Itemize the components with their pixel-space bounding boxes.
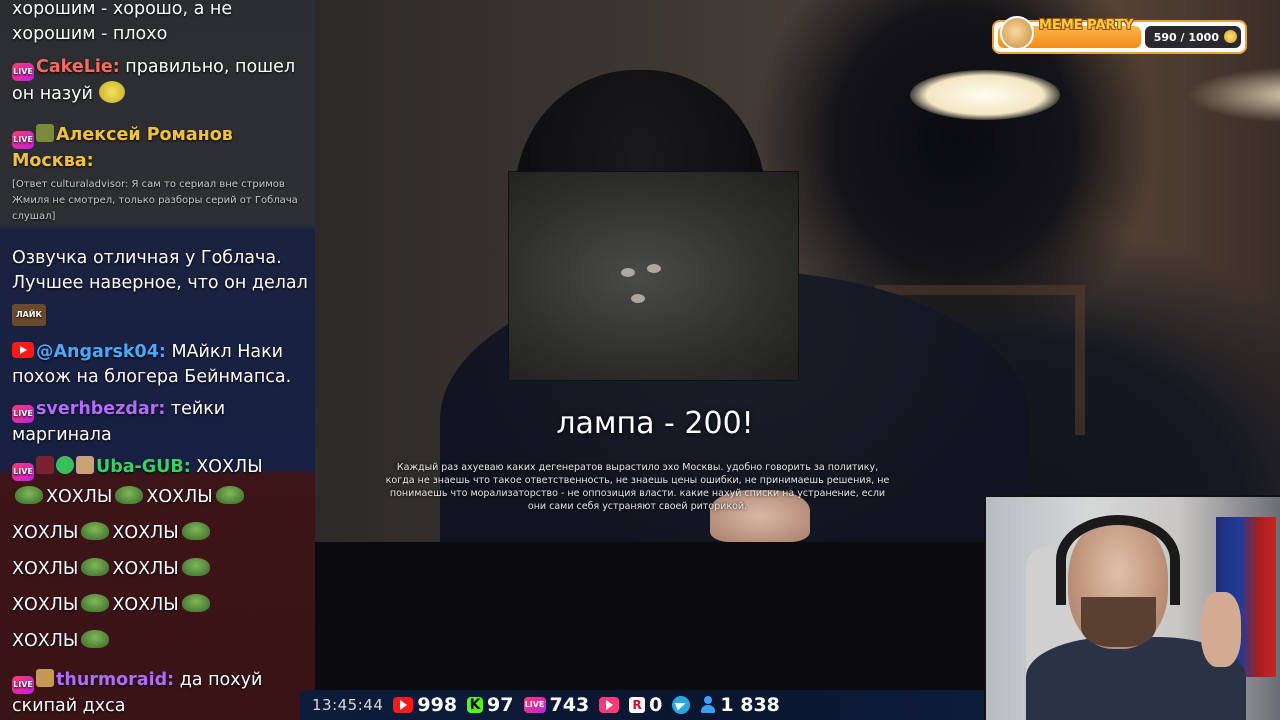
chat-message: @Angarsk04: МАйкл Наки похож на блогера …: [12, 340, 312, 390]
lamp-light: [910, 70, 1060, 120]
chat-message-continuation: ХОХЛЫ ХОХЛЫ: [12, 485, 312, 510]
chat-username[interactable]: thurmoraid:: [56, 670, 174, 690]
chat-text: ХОХЛЫ: [112, 559, 179, 579]
stream-video: лампа - 200! Каждый раз ахуеваю каких де…: [315, 0, 1280, 542]
like-emote-icon: ЛАЙК: [12, 304, 46, 326]
rutube-viewers: R 0: [629, 694, 662, 716]
pepe-emote-icon: [81, 630, 110, 648]
clock: 13:45:44: [312, 696, 384, 714]
telegram-link: [672, 696, 691, 714]
chat-username[interactable]: @Angarsk04:: [36, 342, 166, 362]
chat-text: ХОХЛЫ: [12, 631, 79, 651]
clip-figure: [621, 268, 635, 277]
youtube-icon: [393, 697, 414, 713]
total-viewers: 1 838: [700, 694, 780, 716]
verified-badge-icon: [56, 456, 74, 474]
chat-panel: хорошим - хорошо, а не хорошим - плохо L…: [0, 0, 315, 720]
pepe-emote-icon: [81, 522, 110, 540]
chat-reply-text: [Ответ culturaladvisor: Я сам то сериал …: [12, 179, 298, 222]
chat-username[interactable]: Uba-GUB:: [96, 457, 191, 477]
telegram-icon: [672, 696, 691, 714]
live-platform-icon: LIVE: [12, 63, 34, 81]
meme-party-title: MEME PARTY: [1039, 18, 1134, 33]
drink-badge-icon: [36, 456, 54, 474]
chat-text: ХОХЛЫ: [112, 595, 179, 615]
chat-text: ХОХЛЫ: [12, 595, 79, 615]
user-icon: [700, 696, 716, 714]
headphones-icon: [1056, 515, 1180, 605]
youtube-viewers: 998: [393, 694, 457, 716]
total-viewers-count: 1 838: [720, 694, 780, 716]
user-badge-icon: [36, 669, 54, 687]
pepe-emote-icon: [115, 486, 144, 504]
live-platform-icon: LIVE: [12, 676, 34, 694]
clip-figure: [647, 264, 661, 273]
chat-message: хорошим - хорошо, а не хорошим - плохо: [12, 0, 312, 47]
coin-icon: [1224, 30, 1237, 43]
chat-message: Озвучка отличная у Гоблача. Лучшее навер…: [12, 246, 312, 326]
doge-icon: [1000, 16, 1034, 50]
live-count: 743: [549, 694, 590, 716]
pepe-emote-icon: [81, 594, 110, 612]
chat-text: ХОХЛЫ: [12, 559, 79, 579]
user-badge-icon: [76, 456, 94, 474]
chat-message: LIVE thurmoraid: да похуй скипай дхса: [12, 668, 312, 719]
chat-text: ХОХЛЫ: [112, 523, 179, 543]
chat-message: LIVE Uba-GUB: ХОХЛЫ: [12, 455, 312, 481]
smile-emote-icon: [98, 81, 125, 103]
chat-message: LIVE sverhbezdar: тейки маргинала: [12, 397, 312, 448]
clip-figure: [631, 294, 645, 303]
kick-icon: K: [467, 697, 484, 713]
streamer-hand: [1201, 592, 1241, 667]
pepe-emote-icon: [181, 522, 210, 540]
vk-video-icon: [599, 697, 620, 713]
pepe-emote-icon: [181, 558, 210, 576]
chat-message-continuation: ХОХЛЫ ХОХЛЫ: [12, 593, 312, 618]
chat-text: ХОХЛЫ: [190, 457, 263, 477]
chat-reply-quote: [Ответ culturaladvisor: Я сам то сериал …: [12, 177, 312, 225]
live-platform-icon: LIVE: [12, 131, 34, 149]
pepe-emote-icon: [215, 486, 244, 504]
chat-text: ХОХЛЫ: [46, 487, 113, 507]
donation-message: Каждый раз ахуеваю каких дегенератов выр…: [385, 462, 890, 512]
live-icon: LIVE: [523, 697, 546, 713]
kick-count: 97: [487, 694, 514, 716]
chat-message: LIVE CakeLie: правильно, пошел он назуй: [12, 55, 312, 107]
chat-text: ХОХЛЫ: [146, 487, 213, 507]
live-platform-icon: LIVE: [12, 463, 34, 481]
pepe-emote-icon: [181, 594, 210, 612]
pepe-emote-icon: [81, 558, 110, 576]
kick-viewers: K 97: [467, 694, 514, 716]
chat-message-continuation: ХОХЛЫ: [12, 629, 312, 654]
overlay-video-clip: [508, 171, 799, 381]
vk-viewers: [599, 697, 620, 713]
streamer-webcam: [984, 495, 1280, 720]
rutube-icon: R: [629, 697, 646, 713]
chat-text: Озвучка отличная у Гоблача. Лучшее навер…: [12, 248, 308, 293]
live-platform-icon: LIVE: [12, 405, 34, 423]
chat-text: ХОХЛЫ: [12, 523, 79, 543]
youtube-count: 998: [417, 694, 458, 716]
pepe-emote-icon: [15, 486, 43, 504]
stream-status-bar: 13:45:44 998 K 97 LIVE 743 R 0 1 838: [300, 690, 984, 720]
chat-message: LIVE Алексей Романов Москва:: [12, 123, 312, 174]
meme-party-count: 590 / 1000: [1153, 30, 1219, 44]
donation-title: лампа - 200!: [556, 406, 754, 441]
youtube-platform-icon: [12, 342, 34, 358]
chat-message-continuation: ХОХЛЫ ХОХЛЫ: [12, 521, 312, 546]
chat-username[interactable]: sverhbezdar:: [36, 399, 165, 419]
rutube-count: 0: [649, 694, 663, 716]
meme-party-widget: MEME PARTY 590 / 1000: [992, 16, 1247, 54]
chat-message-continuation: ХОХЛЫ ХОХЛЫ: [12, 557, 312, 582]
live-viewers: LIVE 743: [523, 694, 590, 716]
user-badge-icon: [36, 124, 54, 142]
chat-text: хорошим - хорошо, а не хорошим - плохо: [12, 0, 233, 44]
chat-username[interactable]: CakeLie:: [36, 57, 120, 77]
